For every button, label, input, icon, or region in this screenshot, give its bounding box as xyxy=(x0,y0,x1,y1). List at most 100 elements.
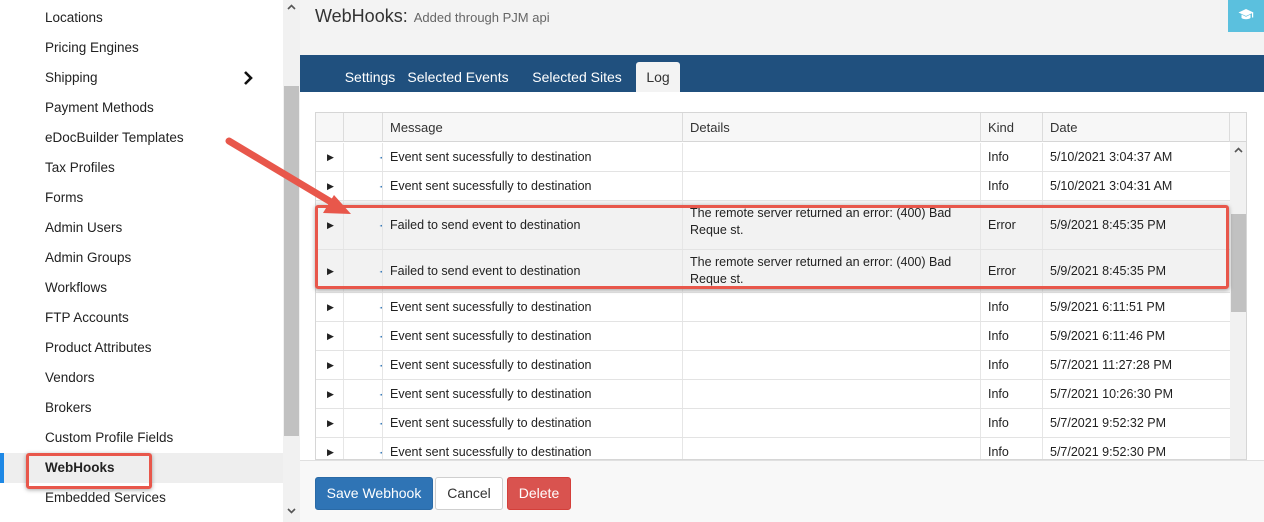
chevron-right-icon[interactable] xyxy=(241,69,255,87)
expand-cell[interactable]: ▶ xyxy=(316,322,344,350)
date-cell: 5/9/2021 6:11:46 PM xyxy=(1050,329,1166,343)
sidebar-item-admin-groups[interactable]: Admin Groups xyxy=(0,243,283,273)
message-cell: Event sent sucessfully to destination xyxy=(383,293,683,321)
header-expand xyxy=(316,113,344,142)
sidebar-item-workflows[interactable]: Workflows xyxy=(0,273,283,303)
expand-cell[interactable]: ▶ xyxy=(316,172,344,200)
sidebar-item-admin-users[interactable]: Admin Users xyxy=(0,213,283,243)
table-row[interactable]: ▶ Event sent sucessfully to destination In… xyxy=(316,409,1230,438)
message-cell: Event sent sucessfully to destination xyxy=(383,438,683,459)
kind-cell: Info xyxy=(981,143,1043,171)
date-cell: 5/10/2021 3:04:31 AM xyxy=(1050,179,1173,193)
expand-cell[interactable]: ▶ xyxy=(316,438,344,459)
date-cell: 5/7/2021 9:52:32 PM xyxy=(1050,416,1167,430)
expand-arrow-icon[interactable]: ▶ xyxy=(327,302,334,313)
sidebar-item-edocbuilder-templates[interactable]: eDocBuilder Templates xyxy=(0,123,283,153)
icon-cell xyxy=(344,351,383,379)
sidebar-item-forms[interactable]: Forms xyxy=(0,183,283,213)
message-cell: Event sent sucessfully to destination xyxy=(383,172,683,200)
message-cell: Event sent sucessfully to destination xyxy=(383,409,683,437)
header-message[interactable]: Message xyxy=(383,113,683,142)
page-subtitle: Added through PJM api xyxy=(413,10,550,25)
details-cell xyxy=(683,438,981,459)
sidebar-scrollbar[interactable] xyxy=(283,0,300,522)
scroll-up-icon[interactable] xyxy=(287,4,296,10)
sidebar: Locations Pricing Engines Shipping Payme… xyxy=(0,0,300,522)
scrollbar-thumb[interactable] xyxy=(1231,214,1246,312)
expand-arrow-icon[interactable]: ▶ xyxy=(327,447,334,458)
header-kind[interactable]: Kind xyxy=(981,113,1043,142)
help-button[interactable] xyxy=(1228,0,1264,32)
tab-selected-events[interactable]: Selected Events xyxy=(400,62,516,92)
table-row[interactable]: ▶ Event sent sucessfully to destination In… xyxy=(316,293,1230,322)
scrollbar-thumb[interactable] xyxy=(284,86,299,436)
sidebar-item-ftp-accounts[interactable]: FTP Accounts xyxy=(0,303,283,333)
expand-arrow-icon[interactable]: ▶ xyxy=(327,152,334,163)
date-cell: 5/7/2021 9:52:30 PM xyxy=(1050,445,1167,459)
expand-cell[interactable]: ▶ xyxy=(316,293,344,321)
expand-cell[interactable]: ▶ xyxy=(316,143,344,171)
expand-cell[interactable]: ▶ xyxy=(316,409,344,437)
sidebar-item-vendors[interactable]: Vendors xyxy=(0,363,283,393)
kind-cell: Info xyxy=(981,351,1043,379)
tab-selected-sites[interactable]: Selected Sites xyxy=(522,62,632,92)
sidebar-item-label: Custom Profile Fields xyxy=(45,430,174,445)
kind-cell: Info xyxy=(981,172,1043,200)
sidebar-item-pricing-engines[interactable]: Pricing Engines xyxy=(0,33,283,63)
table-row[interactable]: ▶ Event sent sucessfully to destination In… xyxy=(316,322,1230,351)
details-cell xyxy=(683,409,981,437)
title-bar: WebHooks: Added through PJM api xyxy=(300,0,1264,36)
table-row[interactable]: ▶ Event sent sucessfully to destination In… xyxy=(316,143,1230,172)
icon-cell xyxy=(344,172,383,200)
icon-cell xyxy=(344,293,383,321)
sidebar-item-brokers[interactable]: Brokers xyxy=(0,393,283,423)
cancel-button[interactable]: Cancel xyxy=(435,477,503,510)
date-cell: 5/9/2021 6:11:51 PM xyxy=(1050,300,1166,314)
scroll-down-icon[interactable] xyxy=(287,508,296,514)
delete-button[interactable]: Delete xyxy=(507,477,571,510)
scroll-up-icon[interactable] xyxy=(1234,147,1243,153)
table-row[interactable]: ▶ Event sent sucessfully to destination In… xyxy=(316,380,1230,409)
expand-arrow-icon[interactable]: ▶ xyxy=(327,389,334,400)
sidebar-item-product-attributes[interactable]: Product Attributes xyxy=(0,333,283,363)
kind-cell: Info xyxy=(981,438,1043,459)
message-cell: Event sent sucessfully to destination xyxy=(383,322,683,350)
sidebar-item-tax-profiles[interactable]: Tax Profiles xyxy=(0,153,283,183)
expand-arrow-icon[interactable]: ▶ xyxy=(327,331,334,342)
expand-arrow-icon[interactable]: ▶ xyxy=(327,360,334,371)
sidebar-item-label: eDocBuilder Templates xyxy=(45,130,184,145)
icon-cell xyxy=(344,380,383,408)
message-cell: Event sent sucessfully to destination xyxy=(383,143,683,171)
table-row[interactable]: ▶ Event sent sucessfully to destination In… xyxy=(316,172,1230,201)
page-title: WebHooks: Added through PJM api xyxy=(315,6,550,27)
details-cell xyxy=(683,380,981,408)
sidebar-item-label: Vendors xyxy=(45,370,95,385)
sidebar-item-label: Brokers xyxy=(45,400,92,415)
sidebar-item-locations[interactable]: Locations xyxy=(0,3,283,33)
page-title-text: WebHooks: xyxy=(315,6,408,26)
header-icon xyxy=(344,113,383,142)
sidebar-item-label: Tax Profiles xyxy=(45,160,115,175)
header-details[interactable]: Details xyxy=(683,113,981,142)
message-cell: Event sent sucessfully to destination xyxy=(383,380,683,408)
expand-arrow-icon[interactable]: ▶ xyxy=(327,418,334,429)
expand-arrow-icon[interactable]: ▶ xyxy=(327,181,334,192)
sidebar-item-label: FTP Accounts xyxy=(45,310,129,325)
annotation-sidebar-box xyxy=(26,453,152,489)
table-row[interactable]: ▶ Event sent sucessfully to destination In… xyxy=(316,438,1230,459)
grid-scrollbar[interactable] xyxy=(1230,142,1246,459)
expand-cell[interactable]: ▶ xyxy=(316,380,344,408)
sidebar-item-custom-profile-fields[interactable]: Custom Profile Fields xyxy=(0,423,283,453)
expand-cell[interactable]: ▶ xyxy=(316,351,344,379)
save-webhook-button[interactable]: Save Webhook xyxy=(315,477,433,510)
details-cell xyxy=(683,172,981,200)
sidebar-item-label: Admin Users xyxy=(45,220,123,235)
header-date[interactable]: Date xyxy=(1043,113,1230,142)
grid-header: Message Details Kind Date xyxy=(316,113,1246,142)
tab-log[interactable]: Log xyxy=(636,62,680,92)
date-cell: 5/7/2021 11:27:28 PM xyxy=(1050,358,1173,372)
sidebar-item-label: Forms xyxy=(45,190,84,205)
sidebar-item-payment-methods[interactable]: Payment Methods xyxy=(0,93,283,123)
table-row[interactable]: ▶ Event sent sucessfully to destination In… xyxy=(316,351,1230,380)
icon-cell xyxy=(344,322,383,350)
